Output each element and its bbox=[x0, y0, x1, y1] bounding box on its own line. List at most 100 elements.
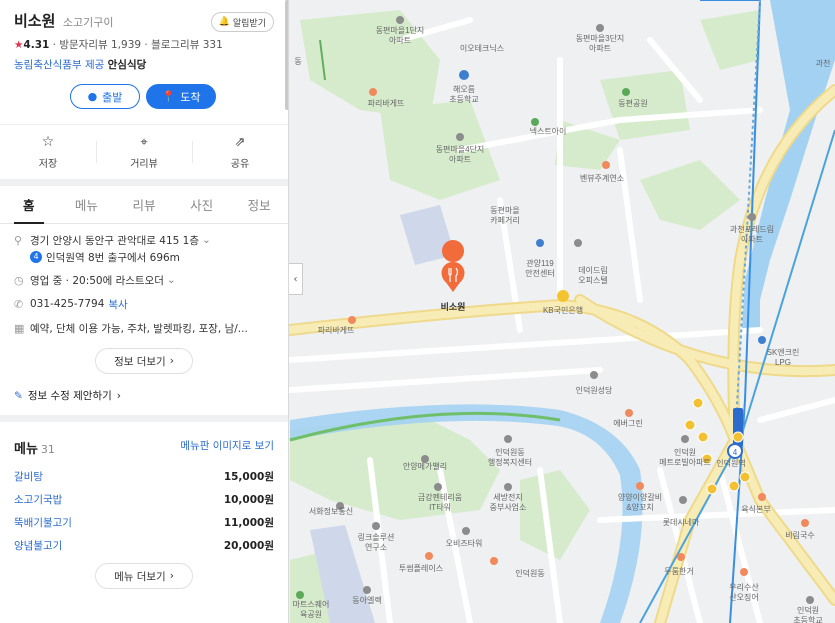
alarm-button[interactable]: 🔔 알림받기 bbox=[210, 12, 274, 32]
map-label[interactable]: 두룸한거 bbox=[664, 567, 693, 576]
hours-row[interactable]: ◷ 영업 중 · 20:50에 라스트오더 ⌄ bbox=[14, 268, 274, 292]
chevron-right-icon: › bbox=[169, 355, 174, 367]
bell-icon: 🔔 bbox=[218, 17, 230, 27]
map-label[interactable]: 파리바게뜨 bbox=[368, 98, 405, 108]
depart-label: 출발 bbox=[102, 90, 123, 104]
menu-more-button[interactable]: 메뉴 더보기 › bbox=[95, 563, 193, 589]
chevron-down-icon: ⌄ bbox=[202, 234, 211, 246]
map-label[interactable]: 인덕원성당 bbox=[576, 385, 613, 395]
place-name: 비소원 bbox=[14, 12, 56, 30]
station-distance: 인덕원역 8번 출구에서 696m bbox=[46, 251, 180, 264]
certification: 농림축산식품부 제공 안심식당 bbox=[14, 57, 274, 72]
svg-text:4: 4 bbox=[733, 448, 738, 457]
map-label[interactable]: 인덕원동 bbox=[515, 568, 544, 578]
tab-menu[interactable]: 메뉴 bbox=[58, 186, 116, 223]
menu-item-price: 20,000원 bbox=[223, 540, 274, 552]
map-label[interactable]: 비림국수 bbox=[785, 530, 814, 540]
menu-item-name: 소고기국밥 bbox=[14, 494, 63, 506]
star-icon: ★ bbox=[14, 39, 24, 51]
map-label[interactable]: 안양메가밸리 bbox=[403, 461, 447, 471]
map-label[interactable]: 벤뷰주계연소 bbox=[580, 173, 624, 183]
phone: 031-425-7794 bbox=[30, 298, 105, 310]
map-label[interactable]: 넥스트아이 bbox=[530, 126, 567, 136]
tab-photos[interactable]: 사진 bbox=[173, 186, 231, 223]
map-label[interactable]: 오비즈타워 bbox=[446, 539, 483, 548]
place-marker-label: 비소원 bbox=[441, 301, 466, 312]
menu-title-text: 메뉴 bbox=[14, 442, 38, 457]
map-label[interactable]: 동 bbox=[294, 57, 301, 66]
menu-item-price: 10,000원 bbox=[223, 494, 274, 506]
location-icon: ⌖ bbox=[140, 134, 148, 150]
chevron-down-icon: ⌄ bbox=[166, 274, 176, 286]
info-section: ⚲ 경기 안양시 동안구 관악대로 415 1층 ⌄ 4 인덕원역 8번 출구에… bbox=[0, 224, 288, 374]
tab-home[interactable]: 홈 bbox=[0, 186, 58, 224]
tab-reviews[interactable]: 리뷰 bbox=[115, 186, 173, 223]
menu-more-label: 메뉴 더보기 bbox=[114, 570, 166, 583]
menu-item-name: 뚝배기불고기 bbox=[14, 517, 72, 529]
map-label[interactable]: 동편공원 bbox=[618, 98, 647, 108]
arrive-label: 도착 bbox=[180, 90, 201, 104]
place-meta: ★4.31 · 방문자리뷰 1,939 · 블로그리뷰 331 bbox=[14, 39, 223, 51]
menu-item-price: 11,000원 bbox=[223, 517, 274, 529]
map-label[interactable]: 투썸플레이스 bbox=[399, 563, 443, 573]
depart-button[interactable]: ● 출발 bbox=[70, 84, 140, 109]
tab-info[interactable]: 정보 bbox=[230, 186, 288, 223]
chevron-left-icon: ‹ bbox=[293, 273, 298, 285]
map-label[interactable]: KB국민은행 bbox=[543, 305, 583, 315]
chevron-right-icon: › bbox=[116, 389, 121, 402]
menu-item[interactable]: 갈비탕 15,000원 bbox=[0, 465, 288, 488]
place-panel: 비소원 소고기구이 🔔 알림받기 ★4.31 · 방문자리뷰 1,939 · 블… bbox=[0, 0, 289, 623]
amenities: 예약, 단체 이용 가능, 주차, 발렛파킹, 포장, 남/... bbox=[30, 322, 248, 335]
info-more-label: 정보 더보기 bbox=[114, 355, 166, 368]
map-label[interactable]: 과천 bbox=[816, 58, 831, 68]
rating: 4.31 bbox=[23, 39, 50, 51]
map-label[interactable]: 육식본부 bbox=[741, 505, 770, 514]
chevron-right-icon: › bbox=[169, 570, 174, 582]
menu-title: 메뉴 31 bbox=[14, 438, 55, 457]
map-label[interactable]: 동아엘렉 bbox=[352, 595, 381, 605]
menu-item-price: 15,000원 bbox=[223, 471, 274, 483]
save-label: 저장 bbox=[38, 159, 58, 170]
amenities-row: ▦ 예약, 단체 이용 가능, 주차, 발렛파킹, 포장, 남/... bbox=[14, 316, 274, 340]
streetview-label: 거리뷰 bbox=[130, 158, 158, 170]
pencil-icon: ✎ bbox=[14, 389, 23, 402]
cert-badge: 안심식당 bbox=[107, 59, 147, 71]
map-label[interactable]: 서화정보통신 bbox=[309, 506, 353, 516]
map-label[interactable]: 롯데시네마 bbox=[663, 518, 700, 527]
share-button[interactable]: ⇗ 공유 bbox=[192, 125, 288, 179]
menu-item[interactable]: 양념불고기 20,000원 bbox=[0, 534, 288, 557]
map-label[interactable]: 에버그린 bbox=[613, 418, 642, 428]
collapse-panel-button[interactable]: ‹ bbox=[289, 263, 303, 295]
info-more-button[interactable]: 정보 더보기 › bbox=[95, 348, 193, 374]
place-header: 비소원 소고기구이 🔔 알림받기 ★4.31 · 방문자리뷰 1,939 · 블… bbox=[0, 0, 288, 124]
menu-item[interactable]: 소고기국밥 10,000원 bbox=[0, 488, 288, 511]
menu-section: 메뉴 31 메뉴판 이미지로 보기 갈비탕 15,000원 소고기국밥 10,000원… bbox=[0, 422, 288, 599]
phone-row: ✆ 031-425-7794 복사 bbox=[14, 292, 274, 316]
location-icon: ⚲ bbox=[14, 233, 23, 247]
suggest-edit-link[interactable]: ✎ 정보 수정 제안하기 › bbox=[0, 374, 288, 415]
arrive-button[interactable]: 📍 도착 bbox=[146, 84, 216, 109]
origin-icon: ● bbox=[87, 90, 98, 103]
map-label[interactable]: 인덕원 초등학교 bbox=[793, 605, 822, 623]
action-bar: ☆ 저장 ⌖ 거리뷰 ⇗ 공유 bbox=[0, 124, 288, 179]
visitor-reviews[interactable]: 방문자리뷰 1,939 bbox=[59, 39, 141, 51]
suggest-label: 정보 수정 제안하기 bbox=[27, 390, 112, 402]
blog-reviews[interactable]: 블로그리뷰 331 bbox=[151, 39, 223, 51]
copy-link[interactable]: 복사 bbox=[108, 297, 127, 312]
menu-image-link[interactable]: 메뉴판 이미지로 보기 bbox=[180, 438, 274, 457]
star-outline-icon: ☆ bbox=[41, 134, 55, 150]
map-label[interactable]: 이오테크닉스 bbox=[460, 43, 504, 53]
panel-scrollbar[interactable] bbox=[285, 0, 288, 110]
streetview-button[interactable]: ⌖ 거리뷰 bbox=[96, 125, 192, 179]
hours: 영업 중 · 20:50에 라스트오더 bbox=[30, 274, 164, 287]
share-icon: ⇗ bbox=[234, 134, 246, 150]
address: 경기 안양시 동안구 관악대로 415 1층 bbox=[30, 234, 199, 247]
cert-prefix: 농림축산식품부 제공 bbox=[14, 59, 105, 71]
map-label[interactable]: 인덕원역 bbox=[716, 458, 745, 468]
store-icon: ▦ bbox=[14, 321, 25, 335]
save-button[interactable]: ☆ 저장 bbox=[0, 125, 96, 179]
alarm-label: 알림받기 bbox=[232, 18, 266, 29]
map-label[interactable]: 파리바게뜨 bbox=[318, 325, 355, 335]
share-label: 공유 bbox=[230, 158, 250, 170]
menu-item[interactable]: 뚝배기불고기 11,000원 bbox=[0, 511, 288, 534]
